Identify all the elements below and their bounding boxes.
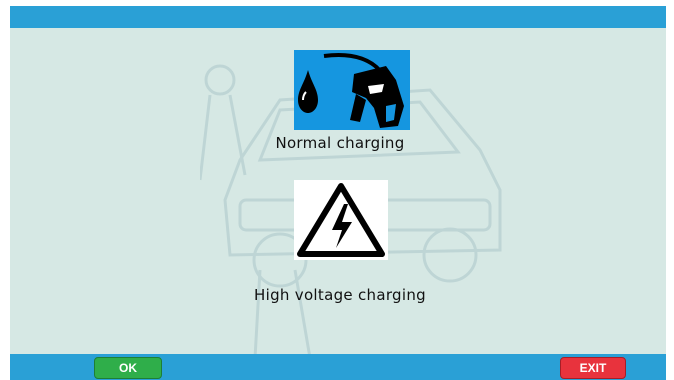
charging-menu: Normal charging High voltage charging bbox=[10, 28, 666, 354]
header-bar bbox=[10, 6, 666, 28]
ok-button[interactable]: OK bbox=[94, 357, 162, 379]
footer-bar: OK EXIT bbox=[10, 354, 666, 380]
normal-charging-option[interactable]: Normal charging bbox=[260, 50, 420, 180]
high-voltage-charging-option[interactable]: High voltage charging bbox=[230, 176, 450, 316]
normal-charging-label: Normal charging bbox=[275, 134, 405, 152]
exit-button[interactable]: EXIT bbox=[560, 357, 626, 379]
high-voltage-charging-label: High voltage charging bbox=[254, 286, 426, 304]
device-screen: Normal charging High voltage charging OK… bbox=[0, 0, 674, 380]
fuel-nozzle-icon bbox=[294, 50, 410, 130]
high-voltage-warning-icon bbox=[294, 180, 388, 260]
